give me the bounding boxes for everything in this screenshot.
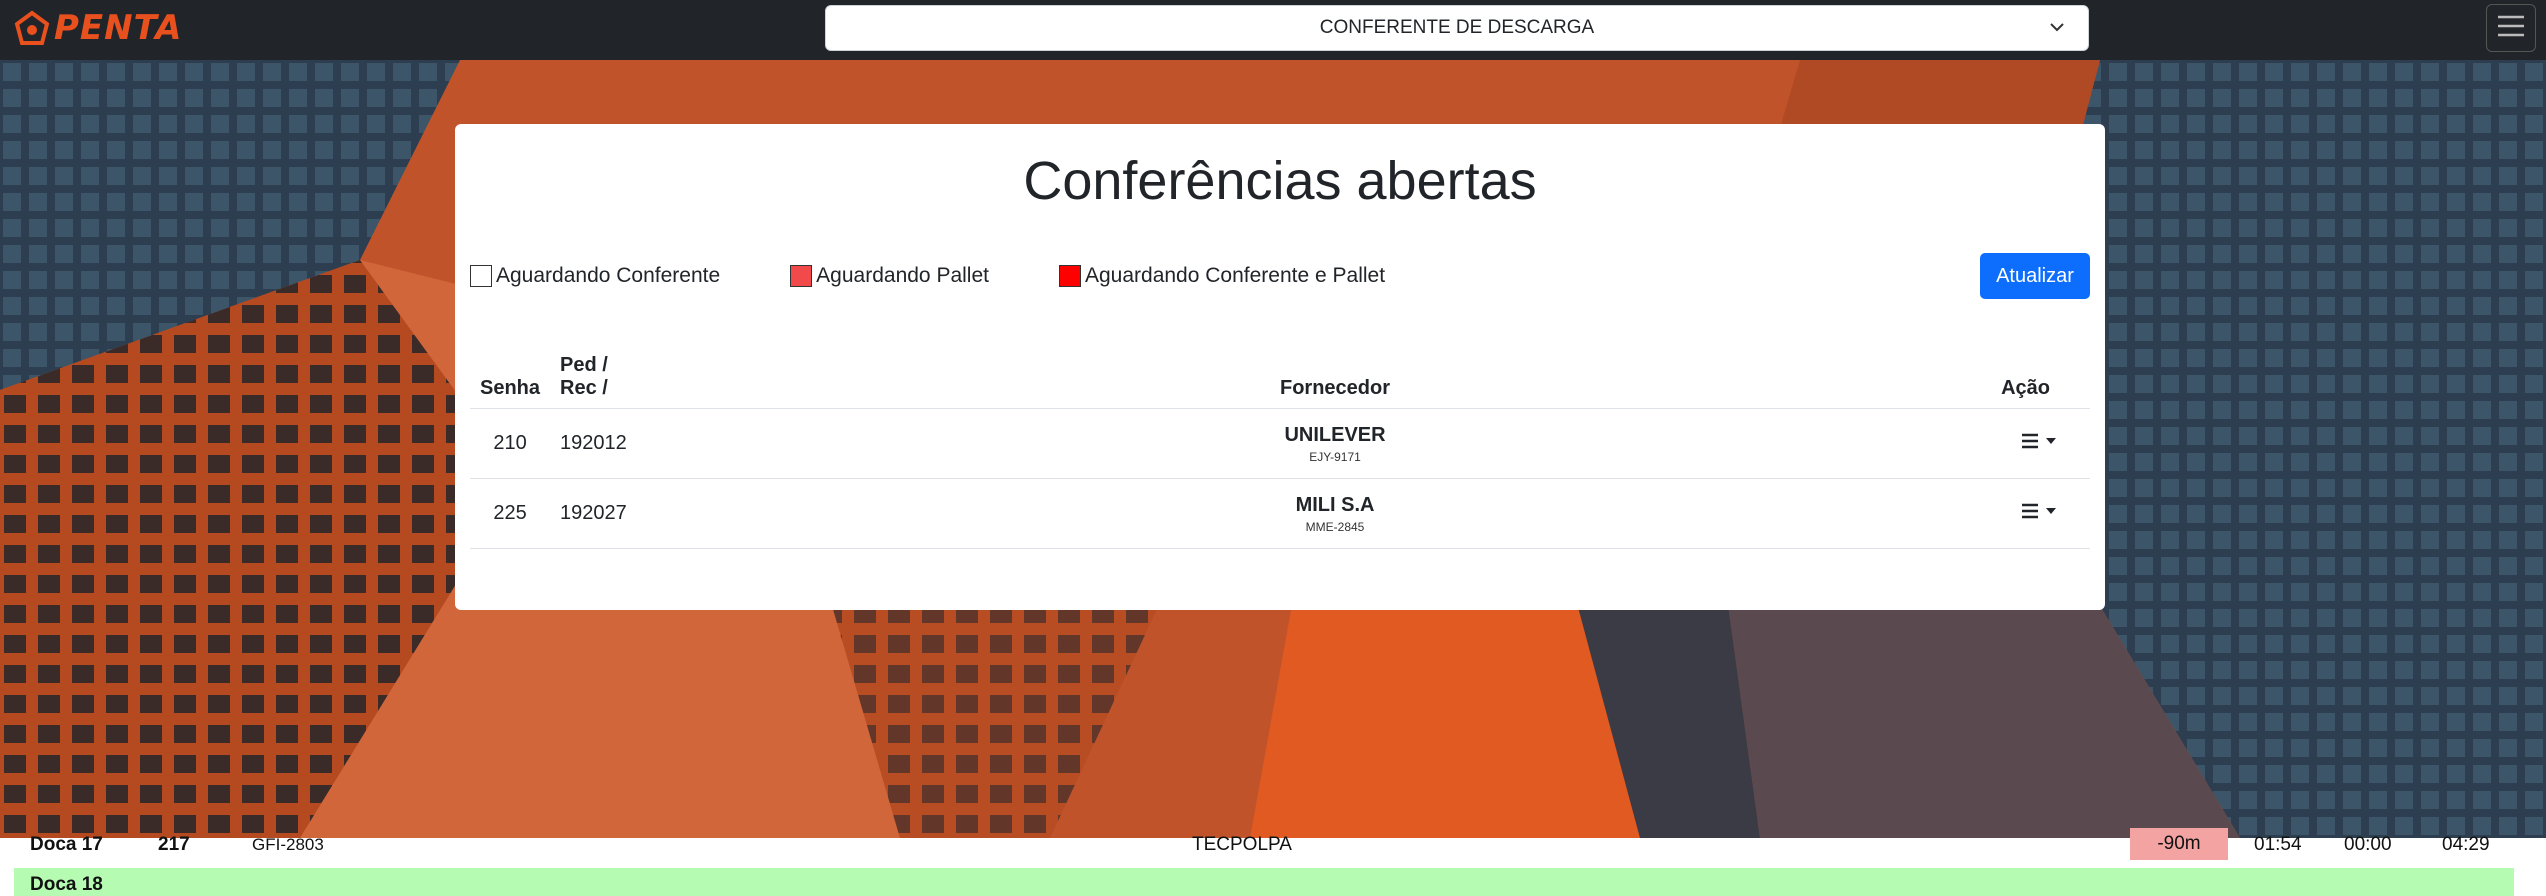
status-legend: Aguardando Conferente Aguardando Pallet … [470, 264, 1455, 288]
table-row: 225 192027 MILI S.A MME-2845 [470, 478, 2090, 549]
legend-swatch [1058, 265, 1081, 287]
page-title: Conferências abertas [1023, 151, 1537, 211]
legend-item-waiting-checker-and-pallet: Aguardando Conferente e Pallet [1058, 264, 1386, 288]
chevron-down-icon [2048, 18, 2066, 36]
dock-time-2: 00:00 [2344, 834, 2392, 855]
role-select[interactable]: CONFERENTE DE DESCARGA [825, 5, 2089, 51]
header-senha: Senha [470, 346, 551, 409]
legend-item-waiting-pallet: Aguardando Pallet [790, 264, 989, 288]
dock-name: Doca 18 [30, 874, 103, 895]
list-actions-icon [2022, 503, 2056, 518]
legend-swatch [470, 265, 492, 287]
header-ped-rec: Ped / Rec / [550, 346, 701, 409]
legend-label: Aguardando Conferente [496, 264, 721, 287]
cell-ped: 192012 [550, 408, 701, 479]
cell-fornecedor: MILI S.A MME-2845 [700, 478, 1970, 549]
legend-label: Aguardando Pallet [816, 264, 989, 287]
background-image: Conferências abertas Aguardando Conferen… [0, 60, 2546, 838]
row-actions-dropdown[interactable] [2020, 503, 2064, 526]
role-select-value: CONFERENTE DE DESCARGA [1319, 17, 1595, 38]
refresh-button[interactable]: Atualizar [1980, 253, 2090, 299]
header-rec: Rec / [560, 377, 608, 399]
header-acao: Ação [1970, 346, 2090, 409]
legend-item-waiting-checker: Aguardando Conferente [470, 264, 720, 288]
dock-row: Doca 17 217 GFI-2803 TECPOLPA -90m 01:54… [14, 828, 2514, 860]
header-fornecedor: Fornecedor [700, 346, 1970, 409]
vehicle-plate: EJY-9171 [1309, 449, 1361, 464]
dock-row: Doca 18 [14, 868, 2514, 896]
cell-senha: 225 [470, 478, 551, 549]
cell-acao [1970, 408, 2090, 479]
top-navbar: PENTA CONFERENTE DE DESCARGA [0, 0, 2546, 60]
conferences-table: Senha Ped / Rec / Fornecedor Ação 210 19… [470, 346, 2090, 549]
legend-label: Aguardando Conferente e Pallet [1084, 264, 1386, 287]
list-actions-icon [2022, 433, 2056, 448]
table-header-row: Senha Ped / Rec / Fornecedor Ação [470, 346, 2090, 409]
table-row: 210 192012 UNILEVER EJY-9171 [470, 408, 2090, 479]
dock-time-1: 01:54 [2254, 834, 2302, 855]
cell-senha: 210 [470, 408, 551, 479]
header-ped: Ped / [560, 354, 608, 376]
menu-toggle-button[interactable] [2486, 4, 2536, 52]
row-actions-dropdown[interactable] [2020, 433, 2064, 456]
brand-logo[interactable]: PENTA [14, 8, 182, 48]
dock-time-3: 04:29 [2442, 834, 2490, 855]
open-conferences-card: Conferências abertas Aguardando Conferen… [455, 124, 2105, 610]
dock-fornecedor: TECPOLPA [1192, 834, 1292, 855]
legend-swatch [790, 265, 813, 287]
cell-ped: 192027 [550, 478, 701, 549]
cell-acao [1970, 478, 2090, 549]
dock-senha: 217 [158, 834, 190, 855]
fornecedor-name: UNILEVER [1284, 423, 1386, 446]
dock-delta-badge: -90m [2130, 828, 2228, 860]
brand-name: PENTA [54, 8, 183, 48]
dock-plate: GFI-2803 [252, 835, 324, 854]
background-dock-panel: Doca 17 217 GFI-2803 TECPOLPA -90m 01:54… [0, 828, 2546, 896]
house-logo-icon [14, 10, 50, 46]
dock-name: Doca 17 [30, 834, 103, 855]
fornecedor-name: MILI S.A [1295, 493, 1375, 516]
hamburger-icon [2496, 14, 2526, 43]
vehicle-plate: MME-2845 [1305, 519, 1365, 534]
cell-fornecedor: UNILEVER EJY-9171 [700, 408, 1970, 479]
